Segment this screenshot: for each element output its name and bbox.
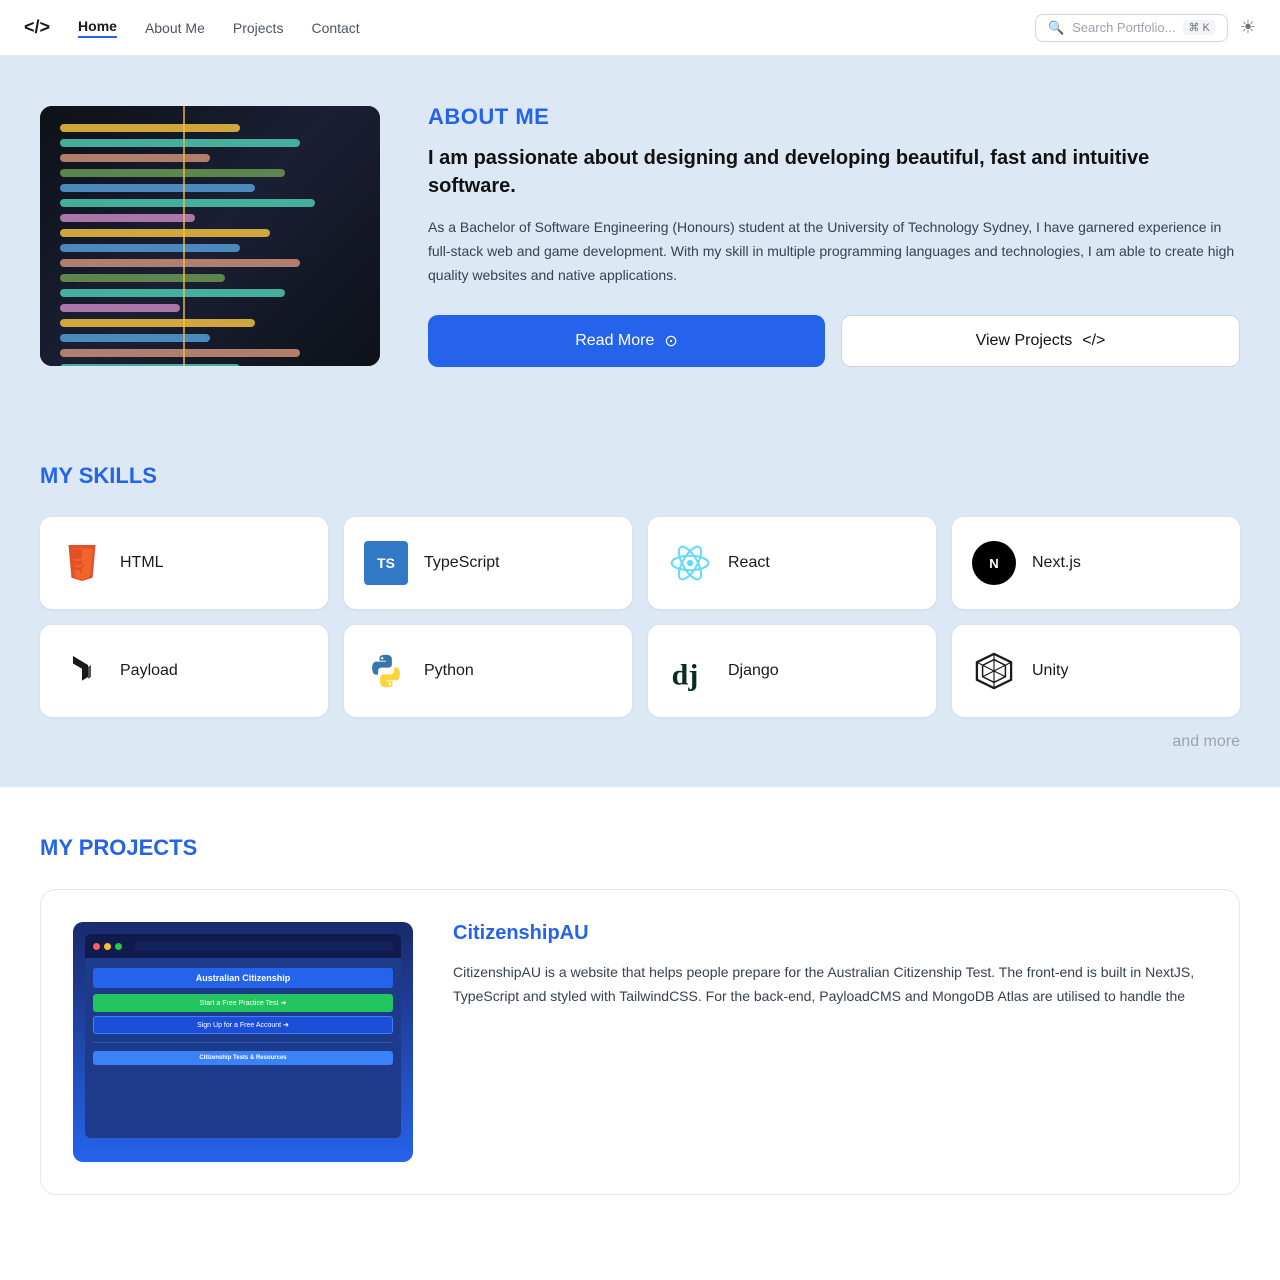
hero-image	[40, 106, 380, 366]
view-projects-icon: </>	[1082, 332, 1105, 350]
skill-card-python: Python	[344, 625, 632, 717]
skill-card-nextjs: N Next.js	[952, 517, 1240, 609]
view-projects-label: View Projects	[976, 332, 1073, 350]
hero-subtitle: I am passionate about designing and deve…	[428, 144, 1240, 200]
html-icon	[60, 541, 104, 585]
read-more-button[interactable]: Read More ⊙	[428, 315, 825, 367]
typescript-icon: TS	[364, 541, 408, 585]
skill-card-html: HTML	[40, 517, 328, 609]
skills-section: MY SKILLS HTML TS TypeScript	[0, 415, 1280, 787]
skill-card-payload: Payload	[40, 625, 328, 717]
projects-title: MY PROJECTS	[40, 835, 1240, 861]
and-more-text: and more	[40, 717, 1240, 755]
skills-title: MY SKILLS	[40, 463, 1240, 489]
skill-name-nextjs: Next.js	[1032, 554, 1081, 572]
nav-links: Home About Me Projects Contact	[78, 18, 360, 38]
project-content-citizenshipau: CitizenshipAU CitizenshipAU is a website…	[453, 922, 1207, 1009]
react-icon	[668, 541, 712, 585]
skill-name-html: HTML	[120, 554, 164, 572]
hero-title: ABOUT ME	[428, 104, 1240, 130]
nav-link-about[interactable]: About Me	[145, 20, 205, 36]
search-placeholder: Search Portfolio...	[1072, 20, 1175, 35]
project-image-citizenshipau: Australian Citizenship Start a Free Prac…	[73, 922, 413, 1162]
skill-name-python: Python	[424, 662, 474, 680]
django-icon: dj	[668, 649, 712, 693]
nav-link-contact[interactable]: Contact	[311, 20, 359, 36]
skill-name-payload: Payload	[120, 662, 178, 680]
skill-name-react: React	[728, 554, 770, 572]
theme-toggle-button[interactable]: ☀	[1240, 17, 1256, 38]
nav-logo: </>	[24, 17, 50, 38]
payload-icon	[60, 649, 104, 693]
nav-link-home[interactable]: Home	[78, 18, 117, 38]
project-name-citizenshipau: CitizenshipAU	[453, 922, 1207, 945]
hero-section: ABOUT ME I am passionate about designing…	[0, 56, 1280, 415]
skill-card-django: dj Django	[648, 625, 936, 717]
hero-buttons: Read More ⊙ View Projects </>	[428, 315, 1240, 367]
read-more-icon: ⊙	[664, 331, 677, 351]
project-description-citizenshipau: CitizenshipAU is a website that helps pe…	[453, 961, 1207, 1009]
skill-name-typescript: TypeScript	[424, 554, 500, 572]
nav-link-projects[interactable]: Projects	[233, 20, 284, 36]
projects-section: MY PROJECTS Australian Citizenship Start…	[0, 787, 1280, 1243]
skill-card-typescript: TS TypeScript	[344, 517, 632, 609]
hero-content: ABOUT ME I am passionate about designing…	[428, 104, 1240, 367]
logo-icon: </>	[24, 17, 50, 38]
skill-name-unity: Unity	[1032, 662, 1068, 680]
skill-name-django: Django	[728, 662, 779, 680]
python-icon	[364, 649, 408, 693]
skills-grid: HTML TS TypeScript React N	[40, 517, 1240, 717]
unity-icon	[972, 649, 1016, 693]
skill-card-react: React	[648, 517, 936, 609]
search-bar[interactable]: 🔍 Search Portfolio... ⌘ K	[1035, 14, 1228, 42]
skill-card-unity: Unity	[952, 625, 1240, 717]
navbar: </> Home About Me Projects Contact 🔍 Sea…	[0, 0, 1280, 56]
search-icon: 🔍	[1048, 20, 1064, 36]
read-more-label: Read More	[575, 332, 654, 350]
nextjs-icon: N	[972, 541, 1016, 585]
search-kbd: ⌘ K	[1183, 20, 1214, 35]
hero-description: As a Bachelor of Software Engineering (H…	[428, 216, 1240, 287]
svg-text:dj: dj	[672, 659, 699, 692]
view-projects-button[interactable]: View Projects </>	[841, 315, 1240, 367]
project-card-citizenshipau: Australian Citizenship Start a Free Prac…	[40, 889, 1240, 1195]
